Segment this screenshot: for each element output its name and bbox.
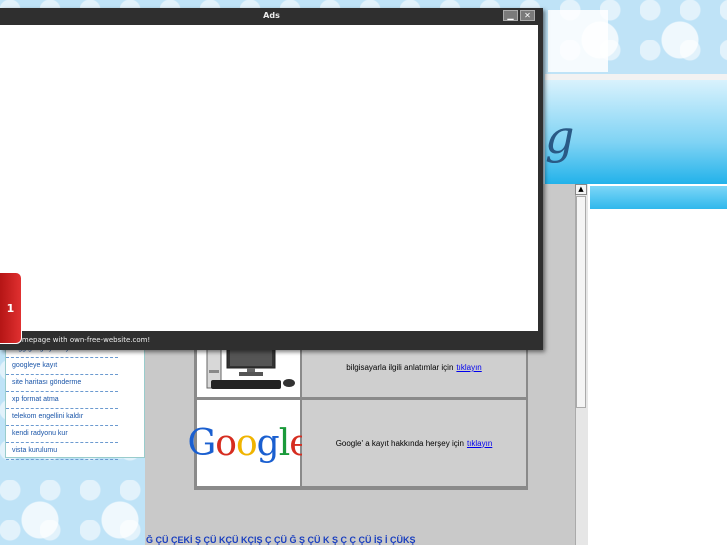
logo-letter: o: [215, 422, 237, 464]
scroll-up-arrow-icon[interactable]: ▲: [575, 184, 587, 195]
right-column: [588, 184, 727, 545]
nav-link[interactable]: xp format atma: [6, 392, 118, 409]
ads-window-body: [0, 25, 538, 331]
ads-window-title: Ads: [263, 11, 280, 20]
scrollbar-thumb[interactable]: [576, 196, 586, 408]
table-cell-google: Google' a kayıt hakkında herşey için tık…: [302, 400, 526, 486]
google-logo: Google: [188, 400, 311, 486]
logo-letter: G: [187, 422, 217, 464]
nav-link[interactable]: kendi radyonu kur: [6, 426, 118, 443]
ads-window: Ads ▁ ✕ wn Homepage with own-free-websit…: [0, 8, 543, 350]
left-nav-menu: tr gg googleye kayıt googleye kayıt site…: [5, 340, 145, 460]
nav-link[interactable]: googleye kayıt: [6, 358, 118, 375]
red-tab-label: 1: [6, 301, 15, 315]
row-link[interactable]: tıklayın: [456, 363, 481, 372]
row-link[interactable]: tıklayın: [467, 439, 492, 448]
row-description: bilgisayarla ilgili anlatımlar için: [346, 363, 454, 372]
logo-letter: g: [256, 422, 280, 464]
header-white-block: [548, 10, 608, 72]
red-side-tab[interactable]: 1: [0, 272, 22, 344]
row-description: Google' a kayıt hakkında herşey için: [335, 438, 464, 448]
content-table: bilgisayarla ilgili anlatımlar için tıkl…: [188, 336, 528, 490]
logo-letter: o: [235, 422, 258, 464]
bottom-marquee-text: Ğ ÇÜ ÇEKİ Ş ÇÜ KÇÜ KÇIŞ Ç ÇÜ Ğ Ş ÇÜ K Ş …: [146, 535, 416, 545]
nav-link[interactable]: site haritası gönderme: [6, 375, 118, 392]
ads-window-status: wn Homepage with own-free-website.com!: [0, 336, 151, 344]
logo-letter: l: [278, 422, 290, 464]
banner-logo-letter: g: [545, 110, 575, 164]
minimize-icon[interactable]: ▁: [503, 10, 518, 21]
nav-link[interactable]: vista kurulumu: [6, 443, 118, 460]
nav-link[interactable]: telekom engellini kaldır: [6, 409, 118, 426]
close-icon[interactable]: ✕: [520, 10, 535, 21]
right-column-header-bar: [590, 186, 727, 209]
